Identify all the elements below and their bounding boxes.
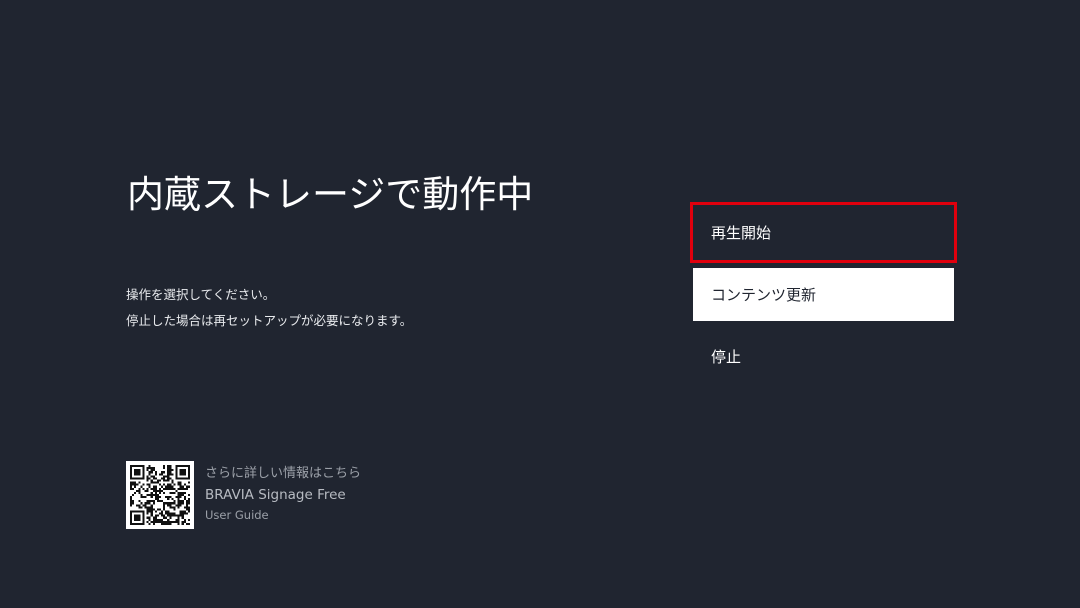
action-menu: 再生開始 コンテンツ更新 停止 bbox=[690, 202, 957, 392]
description-line-1: 操作を選択してください。 bbox=[126, 287, 276, 302]
guide-text: さらに詳しい情報はこちら BRAVIA Signage Free User Gu… bbox=[205, 464, 361, 524]
user-guide-info: さらに詳しい情報はこちら BRAVIA Signage Free User Gu… bbox=[126, 461, 361, 529]
menu-item-label: 再生開始 bbox=[711, 224, 772, 242]
menu-item-stop[interactable]: 停止 bbox=[693, 329, 954, 384]
menu-item-label: コンテンツ更新 bbox=[711, 286, 817, 304]
description: 操作を選択してください。 停止した場合は再セットアップが必要になります。 bbox=[126, 282, 412, 334]
menu-item-label: 停止 bbox=[711, 348, 742, 366]
signage-screen: 内蔵ストレージで動作中 操作を選択してください。 停止した場合は再セットアップが… bbox=[0, 0, 1080, 608]
page-title: 内蔵ストレージで動作中 bbox=[127, 173, 534, 216]
guide-product-name: BRAVIA Signage Free bbox=[205, 487, 346, 503]
guide-more-info-text: さらに詳しい情報はこちら bbox=[205, 466, 362, 481]
menu-item-update-content[interactable]: コンテンツ更新 bbox=[693, 268, 954, 321]
menu-item-start-playback[interactable]: 再生開始 bbox=[690, 202, 957, 263]
guide-user-guide-text: User Guide bbox=[205, 508, 269, 522]
qr-code-icon bbox=[126, 461, 194, 529]
description-line-2: 停止した場合は再セットアップが必要になります。 bbox=[126, 313, 413, 328]
